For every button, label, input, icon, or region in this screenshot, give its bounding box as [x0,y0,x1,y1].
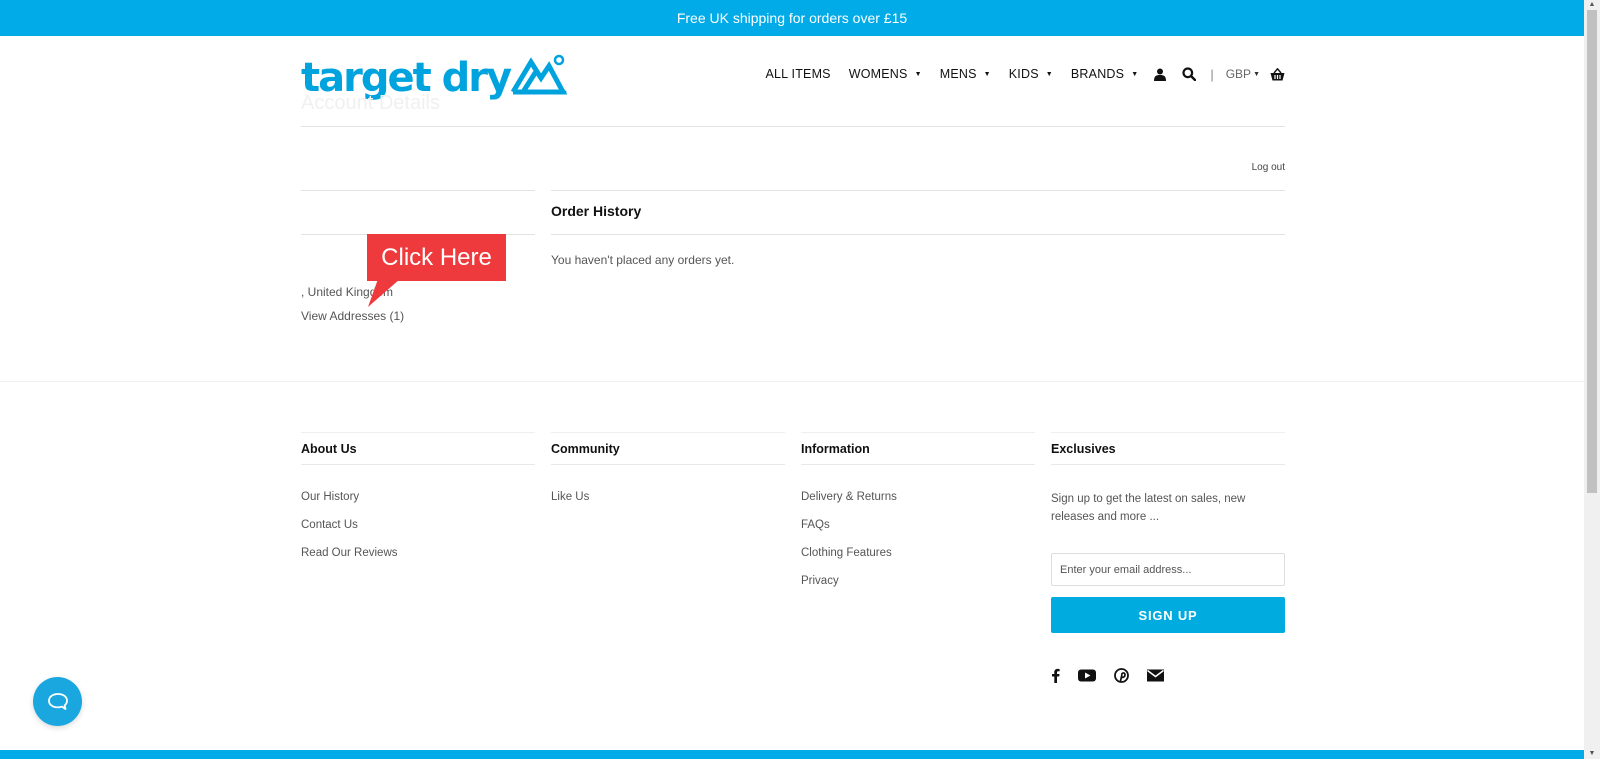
footer-column-exclusives: Exclusives Sign up to get the latest on … [1051,432,1285,683]
caret-down-icon: ▼ [983,70,991,78]
footer-heading: Community [551,433,785,465]
nav-womens[interactable]: WOMENS ▼ [849,67,922,81]
order-history-title: Order History [551,203,642,219]
nav-divider: | [1210,66,1214,82]
social-links [1051,668,1285,683]
user-icon[interactable] [1154,68,1167,81]
caret-down-icon: ▼ [1253,70,1260,78]
main-nav: ALL ITEMS WOMENS ▼ MENS ▼ KIDS ▼ BRANDS … [747,64,1285,84]
footer-divider [0,381,1584,382]
divider [301,126,1285,127]
caret-down-icon: ▼ [1045,70,1053,78]
nav-brands[interactable]: BRANDS ▼ [1071,67,1138,81]
youtube-icon[interactable] [1078,669,1096,682]
caret-down-icon: ▼ [1131,70,1139,78]
view-addresses-link[interactable]: View Addresses (1) [301,309,404,323]
nav-all-items[interactable]: ALL ITEMS [765,67,830,81]
footer-heading: Information [801,433,1035,465]
nav-mens[interactable]: MENS ▼ [940,67,991,81]
nav-label: WOMENS [848,67,908,81]
footer-heading: Exclusives [1051,433,1285,465]
pinterest-icon[interactable] [1114,668,1129,683]
footer-column-community: Community Like Us [551,432,785,518]
announcement-text: Free UK shipping for orders over £15 [676,10,908,26]
chat-bubble-icon [47,692,68,710]
email-icon[interactable] [1147,669,1164,682]
divider [551,234,1285,235]
nav-kids[interactable]: KIDS ▼ [1009,67,1053,81]
caret-down-icon: ▼ [914,70,922,78]
footer-link-reviews[interactable]: Read Our Reviews [301,546,535,574]
page-scrollbar[interactable]: ▲ ▼ [1584,0,1600,759]
footer-column-information: Information Delivery & Returns FAQs Clot… [801,432,1035,602]
click-here-callout: Click Here [367,234,506,281]
basket-icon[interactable] [1270,67,1285,81]
nav-label: ALL ITEMS [765,67,831,81]
divider [301,190,535,191]
newsletter-email-input[interactable] [1051,553,1285,586]
chat-widget-button[interactable] [33,677,82,726]
footer-heading: About Us [301,433,535,465]
facebook-icon[interactable] [1051,668,1060,683]
currency-selector[interactable]: GBP ▼ [1226,67,1260,81]
scroll-up-icon[interactable]: ▲ [1584,0,1600,10]
callout-label: Click Here [381,243,492,271]
nav-label: MENS [939,67,977,81]
sign-up-button[interactable]: SIGN UP [1051,597,1285,633]
no-orders-message: You haven't placed any orders yet. [551,253,735,267]
footer-column-about: About Us Our History Contact Us Read Our… [301,432,535,574]
search-icon[interactable] [1182,67,1197,81]
footer-link-clothing-features[interactable]: Clothing Features [801,546,1035,574]
nav-label: KIDS [1008,67,1039,81]
footer-link-delivery[interactable]: Delivery & Returns [801,490,1035,518]
footer-link-like-us[interactable]: Like Us [551,490,785,518]
footer-bottom-bar [0,750,1584,759]
mountain-logo-icon [511,54,568,95]
scroll-down-icon[interactable]: ▼ [1584,749,1600,759]
currency-label: GBP [1225,67,1252,81]
nav-label: BRANDS [1070,67,1125,81]
logout-link[interactable]: Log out [1252,162,1285,173]
callout-pointer-icon [368,279,400,307]
newsletter-description: Sign up to get the latest on sales, new … [1051,493,1246,523]
page-title: Account Details [301,92,440,114]
announcement-bar: Free UK shipping for orders over £15 [0,0,1584,36]
footer-link-faqs[interactable]: FAQs [801,518,1035,546]
scrollbar-thumb[interactable] [1587,10,1597,493]
footer-link-privacy[interactable]: Privacy [801,574,1035,602]
footer-link-contact-us[interactable]: Contact Us [301,518,535,546]
divider [551,190,1285,191]
footer-link-our-history[interactable]: Our History [301,490,535,518]
